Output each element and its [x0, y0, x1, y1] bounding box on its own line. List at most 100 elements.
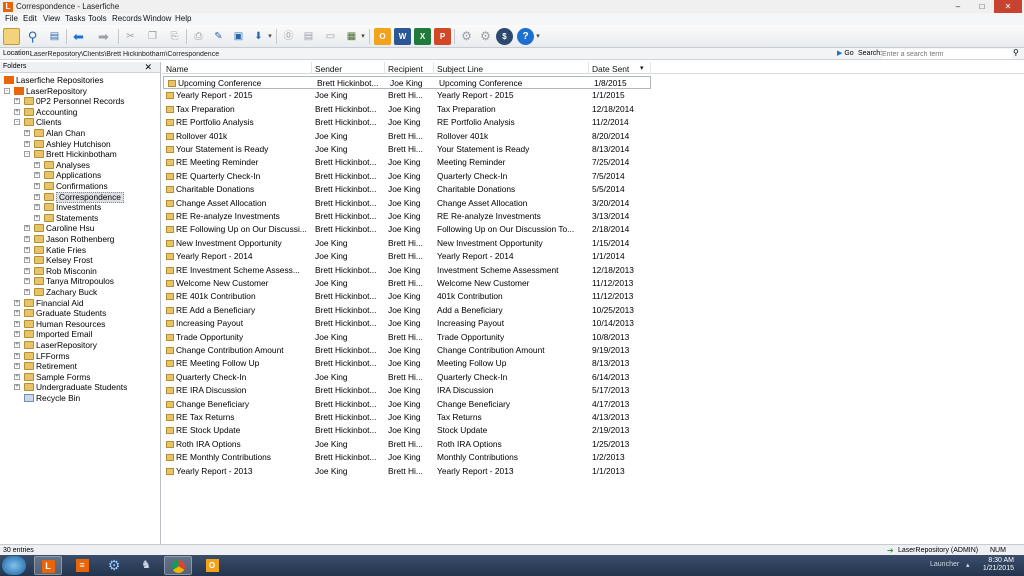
- minimize-button[interactable]: –: [946, 0, 970, 13]
- folder-tree-item[interactable]: + Undergraduate Students: [0, 382, 160, 393]
- folder-tree-item[interactable]: + Kelsey Frost: [0, 255, 160, 266]
- folder-tree-item[interactable]: + Ashley Hutchison: [0, 139, 160, 150]
- table-row[interactable]: Yearly Report - 2014 Joe King Brett Hi... Y…: [162, 250, 1024, 263]
- folder-tree-item[interactable]: +0P2 Personnel Records: [0, 96, 160, 107]
- menu-window[interactable]: Window: [143, 14, 171, 23]
- expand-icon[interactable]: +: [24, 267, 30, 274]
- folder-tree-item[interactable]: + Accounting: [0, 107, 160, 118]
- expand-icon[interactable]: +: [24, 130, 30, 136]
- table-row[interactable]: RE Following Up on Our Discussi... Brett …: [162, 223, 1024, 236]
- launcher-label[interactable]: Launcher: [930, 561, 959, 568]
- close-button[interactable]: ✕: [994, 0, 1022, 13]
- collapse-icon[interactable]: -: [24, 151, 30, 158]
- table-row[interactable]: New Investment Opportunity Joe King Brett …: [162, 237, 1024, 250]
- expand-icon[interactable]: +: [14, 352, 20, 359]
- expand-icon[interactable]: +: [14, 320, 20, 327]
- expand-icon[interactable]: +: [34, 214, 40, 221]
- table-row[interactable]: RE Meeting Reminder Brett Hickinbot... Joe…: [162, 156, 1024, 169]
- search-icon[interactable]: ⚲: [24, 28, 41, 45]
- expand-icon[interactable]: +: [24, 257, 30, 264]
- column-divider[interactable]: [650, 62, 651, 74]
- table-row[interactable]: Increasing Payout Brett Hickinbot... Joe K…: [162, 317, 1024, 330]
- column-divider[interactable]: [588, 62, 589, 74]
- properties-icon[interactable]: ▤: [300, 28, 317, 45]
- menu-edit[interactable]: Edit: [23, 14, 37, 23]
- column-header-subject[interactable]: Subject Line: [437, 64, 483, 74]
- forward-arrow-icon[interactable]: ➡: [95, 28, 112, 45]
- expand-icon[interactable]: +: [34, 183, 40, 189]
- table-row[interactable]: RE Tax Returns Brett Hickinbot... Joe King…: [162, 411, 1024, 424]
- sort-descending-icon[interactable]: ▾: [640, 64, 644, 72]
- expand-icon[interactable]: +: [24, 236, 30, 242]
- taskbar-laserfiche-icon[interactable]: L: [34, 556, 62, 575]
- expand-icon[interactable]: +: [14, 98, 20, 105]
- folder-tree-item[interactable]: + Zachary Buck: [0, 287, 160, 298]
- column-header-date-sent[interactable]: Date Sent: [592, 64, 629, 74]
- column-divider[interactable]: [433, 62, 434, 74]
- search-magnifier-icon[interactable]: ⚲: [1013, 48, 1019, 57]
- menu-file[interactable]: File: [5, 14, 18, 23]
- table-row[interactable]: RE Meeting Follow Up Brett Hickinbot... Jo…: [162, 357, 1024, 370]
- outlook-icon[interactable]: O: [374, 28, 391, 45]
- folder-tree-item[interactable]: + Confirmations: [0, 181, 160, 192]
- table-row[interactable]: Rollover 401k Joe King Brett Hi... Rollover…: [162, 130, 1024, 143]
- laserfiche-app-icon[interactable]: L: [3, 2, 13, 12]
- column-header-name[interactable]: Name: [166, 64, 188, 74]
- edit-pen-icon[interactable]: ✎: [210, 28, 227, 45]
- collapse-icon[interactable]: -: [4, 87, 10, 94]
- pane-layout-icon[interactable]: ▤: [46, 28, 63, 45]
- folder-tree-item[interactable]: + Sample Forms: [0, 372, 160, 383]
- system-clock[interactable]: 8:30 AM 1/21/2015: [980, 557, 1014, 573]
- table-row[interactable]: Tax Preparation Brett Hickinbot... Joe Kin…: [162, 103, 1024, 116]
- folder-tree-item[interactable]: + LFForms: [0, 351, 160, 362]
- folder-tree-toggle-icon[interactable]: [3, 28, 20, 45]
- expand-icon[interactable]: +: [34, 193, 40, 200]
- start-button-icon[interactable]: [2, 556, 26, 575]
- folder-tree-item[interactable]: + Tanya Mitropoulos: [0, 276, 160, 287]
- column-view-icon[interactable]: ▦: [343, 28, 360, 45]
- table-row[interactable]: RE Stock Update Brett Hickinbot... Joe Kin…: [162, 424, 1024, 437]
- column-divider[interactable]: [384, 62, 385, 74]
- folder-tree-item[interactable]: + Analyses: [0, 160, 160, 171]
- menu-tasks[interactable]: Tasks: [65, 14, 85, 23]
- collapse-icon[interactable]: -: [14, 119, 20, 126]
- expand-icon[interactable]: +: [14, 373, 20, 380]
- table-row[interactable]: Change Contribution Amount Brett Hickinbo…: [162, 344, 1024, 357]
- view-dropdown-icon[interactable]: ▾: [359, 28, 367, 45]
- table-row[interactable]: Charitable Donations Brett Hickinbot... Jo…: [162, 183, 1024, 196]
- help-dropdown-icon[interactable]: ▾: [534, 28, 542, 45]
- table-row[interactable]: RE Monthly Contributions Brett Hickinbot.…: [162, 451, 1024, 464]
- folder-tree-item[interactable]: + Imported Email: [0, 329, 160, 340]
- folder-tree-item[interactable]: + Rob Misconin: [0, 266, 160, 277]
- folder-tree-item[interactable]: - Brett Hickinbotham: [0, 149, 160, 160]
- expand-icon[interactable]: +: [14, 384, 20, 391]
- menu-records[interactable]: Records: [112, 14, 142, 23]
- expand-icon[interactable]: +: [24, 140, 30, 147]
- table-row[interactable]: RE Investment Scheme Assess... Brett Hick…: [162, 264, 1024, 277]
- expand-icon[interactable]: +: [24, 278, 30, 285]
- folder-tree-item[interactable]: + Applications: [0, 170, 160, 181]
- taskbar-chrome-icon[interactable]: [164, 556, 192, 575]
- table-row[interactable]: Change Beneficiary Brett Hickinbot... Joe …: [162, 398, 1024, 411]
- expand-icon[interactable]: +: [14, 299, 20, 306]
- search-input[interactable]: [882, 49, 1012, 59]
- table-row[interactable]: Upcoming Conference Brett Hickinbot... Joe…: [163, 76, 651, 90]
- menu-help[interactable]: Help: [175, 14, 191, 23]
- expand-icon[interactable]: +: [34, 204, 40, 211]
- table-row[interactable]: RE Add a Beneficiary Brett Hickinbot... Jo…: [162, 304, 1024, 317]
- settings-gear-icon[interactable]: ⚙: [477, 28, 494, 45]
- close-folder-pane-icon[interactable]: ✕: [144, 62, 152, 73]
- folder-tree-item[interactable]: + Caroline Hsu: [0, 223, 160, 234]
- location-path-input[interactable]: [30, 49, 830, 59]
- metadata-icon[interactable]: ▭: [322, 28, 339, 45]
- folder-tree-item[interactable]: - Clients: [0, 117, 160, 128]
- tray-expand-icon[interactable]: ▴: [966, 561, 970, 569]
- expand-icon[interactable]: +: [14, 108, 20, 115]
- folder-tree-item[interactable]: Recycle Bin: [0, 393, 160, 404]
- table-row[interactable]: Yearly Report - 2015 Joe King Brett Hi... Y…: [162, 89, 1024, 102]
- menu-view[interactable]: View: [43, 14, 60, 23]
- table-row[interactable]: RE Re-analyze Investments Brett Hickinbot…: [162, 210, 1024, 223]
- expand-icon[interactable]: +: [24, 289, 30, 295]
- table-row[interactable]: Change Asset Allocation Brett Hickinbot..…: [162, 197, 1024, 210]
- folder-tree-item[interactable]: + Investments: [0, 202, 160, 213]
